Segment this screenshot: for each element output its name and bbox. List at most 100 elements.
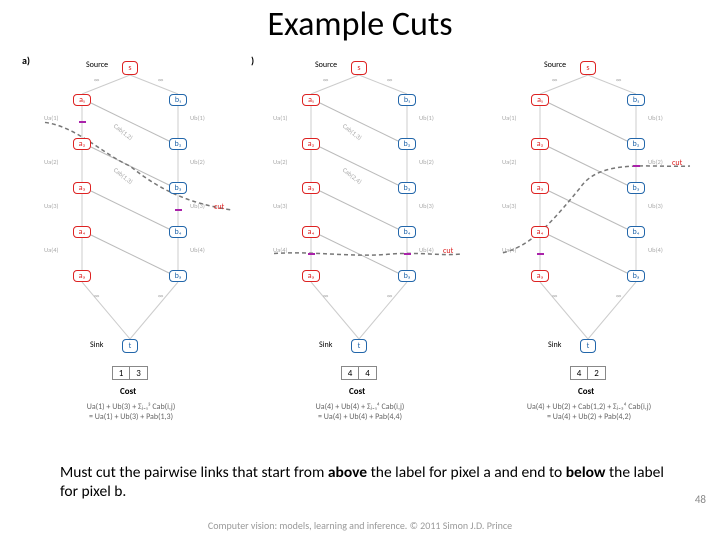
b-node: b₅ <box>169 270 187 282</box>
b-node: b₁ <box>169 94 187 106</box>
label-box: 3 <box>130 366 148 380</box>
b-node: b₅ <box>627 270 645 282</box>
edge-cost-left: Ua(4) <box>273 246 288 254</box>
edge-cost-left: Ua(3) <box>502 202 517 210</box>
caption-bold-2: below <box>566 463 606 482</box>
cost-label: Cost <box>120 386 136 397</box>
panel-c: Sources∞∞∞∞a₁b₁Ua(1)Ub(1)a₂b₂Ua(2)Ub(2)a… <box>480 54 698 456</box>
a-node: a₄ <box>531 226 549 238</box>
cost-label: Cost <box>578 386 594 397</box>
graph: Sources∞∞∞∞a₁b₁Ua(1)Ub(1)a₂b₂Ua(2)Ub(2)a… <box>500 60 696 354</box>
cost-equation: Ua(4) + Ub(2) + Cab(1,2) + Σⱼ₌₃⁴ Cab(i,j… <box>494 402 684 422</box>
edge-cost-left: Ua(4) <box>502 246 517 254</box>
a-node: a₂ <box>531 138 549 150</box>
label-boxes: 44 <box>341 366 377 380</box>
edge-cost-right: Ub(2) <box>190 158 205 166</box>
b-node: b₅ <box>398 270 416 282</box>
b-node: b₁ <box>398 94 416 106</box>
a-node: a₂ <box>73 138 91 150</box>
sink-node: t <box>122 339 138 353</box>
b-node: b₄ <box>398 226 416 238</box>
edge-cost-left: Ua(1) <box>273 114 288 122</box>
cut-label: cut <box>443 246 453 256</box>
source-label: Source <box>544 60 566 70</box>
label-box: 2 <box>588 366 606 380</box>
a-node: a₃ <box>302 182 320 194</box>
edge-cost-right: Ub(4) <box>190 246 205 254</box>
cut-label: cut <box>672 158 682 168</box>
panel-b: )Sources∞∞∞∞a₁b₁Ua(1)Ub(1)a₂b₂Ua(2)Ub(2)… <box>251 54 469 456</box>
edge-cost-left: Ua(1) <box>502 114 517 122</box>
b-node: b₃ <box>398 182 416 194</box>
edge-cost-right: Ub(3) <box>419 202 434 210</box>
infinity-label: ∞ <box>158 292 164 300</box>
cut-label: cut <box>214 202 224 212</box>
a-node: a₃ <box>73 182 91 194</box>
panel-a: a)Sources∞∞∞∞a₁b₁Ua(1)Ub(1)a₂b₂Ua(2)Ub(2… <box>22 54 240 456</box>
b-node: b₄ <box>627 226 645 238</box>
caption-text-1: Must cut the pairwise links that start f… <box>60 463 328 482</box>
b-node: b₃ <box>169 182 187 194</box>
edges-layer <box>42 60 238 354</box>
infinity-label: ∞ <box>94 292 100 300</box>
source-node: s <box>580 61 596 75</box>
edge-cost-left: Ua(4) <box>44 246 59 254</box>
caption: Must cut the pairwise links that start f… <box>60 464 670 501</box>
source-label: Source <box>86 60 108 70</box>
caption-bold-1: above <box>328 463 367 482</box>
footer: Computer vision: models, learning and in… <box>0 519 720 532</box>
label-box: 4 <box>359 366 377 380</box>
a-node: a₁ <box>531 94 549 106</box>
cost-label: Cost <box>349 386 365 397</box>
b-node: b₂ <box>169 138 187 150</box>
source-node: s <box>122 61 138 75</box>
infinity-label: ∞ <box>323 76 329 84</box>
a-node: a₄ <box>73 226 91 238</box>
edge-cost-right: Ub(2) <box>419 158 434 166</box>
infinity-label: ∞ <box>323 292 329 300</box>
cost-equation: Ua(4) + Ub(4) + Σⱼ₌₁⁴ Cab(i,j)= Ua(4) + … <box>265 402 455 422</box>
infinity-label: ∞ <box>552 292 558 300</box>
a-node: a₅ <box>302 270 320 282</box>
slide-title: Example Cuts <box>0 4 720 45</box>
cut-tick <box>404 253 411 255</box>
cut-tick <box>308 253 315 255</box>
edge-cost-right: Ub(1) <box>648 114 663 122</box>
infinity-label: ∞ <box>616 76 622 84</box>
sink-label: Sink <box>319 340 332 350</box>
edge-cost-right: Ub(1) <box>419 114 434 122</box>
infinity-label: ∞ <box>94 76 100 84</box>
infinity-label: ∞ <box>552 76 558 84</box>
sink-label: Sink <box>548 340 561 350</box>
edge-cost-left: Ua(2) <box>44 158 59 166</box>
cut-tick <box>633 165 640 167</box>
infinity-label: ∞ <box>158 76 164 84</box>
edge-cost-right: Ub(3) <box>190 202 205 210</box>
label-box: 1 <box>112 366 130 380</box>
edge-cost-left: Ua(2) <box>273 158 288 166</box>
b-node: b₁ <box>627 94 645 106</box>
edge-cost-left: Ua(1) <box>44 114 59 122</box>
edge-cost-right: Ub(3) <box>648 202 663 210</box>
a-node: a₃ <box>531 182 549 194</box>
b-node: b₂ <box>627 138 645 150</box>
cost-equation: Ua(1) + Ub(3) + Σⱼ₌₁³ Cab(i,j)= Ua(1) + … <box>36 402 226 422</box>
source-label: Source <box>315 60 337 70</box>
cut-tick <box>79 121 86 123</box>
edges-layer <box>500 60 696 354</box>
infinity-label: ∞ <box>387 76 393 84</box>
caption-text-2: the label for pixel a and end to <box>367 463 566 482</box>
edge-cost-left: Ua(3) <box>44 202 59 210</box>
edge-cost-right: Ub(4) <box>648 246 663 254</box>
a-node: a₁ <box>302 94 320 106</box>
infinity-label: ∞ <box>616 292 622 300</box>
source-node: s <box>351 61 367 75</box>
sink-node: t <box>351 339 367 353</box>
label-box: 4 <box>341 366 359 380</box>
edge-cost-left: Ua(3) <box>273 202 288 210</box>
page-number: 48 <box>695 493 706 506</box>
edge-cost-right: Ub(2) <box>648 158 663 166</box>
label-boxes: 13 <box>112 366 148 380</box>
edge-cost-right: Ub(4) <box>419 246 434 254</box>
edge-cost-right: Ub(1) <box>190 114 205 122</box>
